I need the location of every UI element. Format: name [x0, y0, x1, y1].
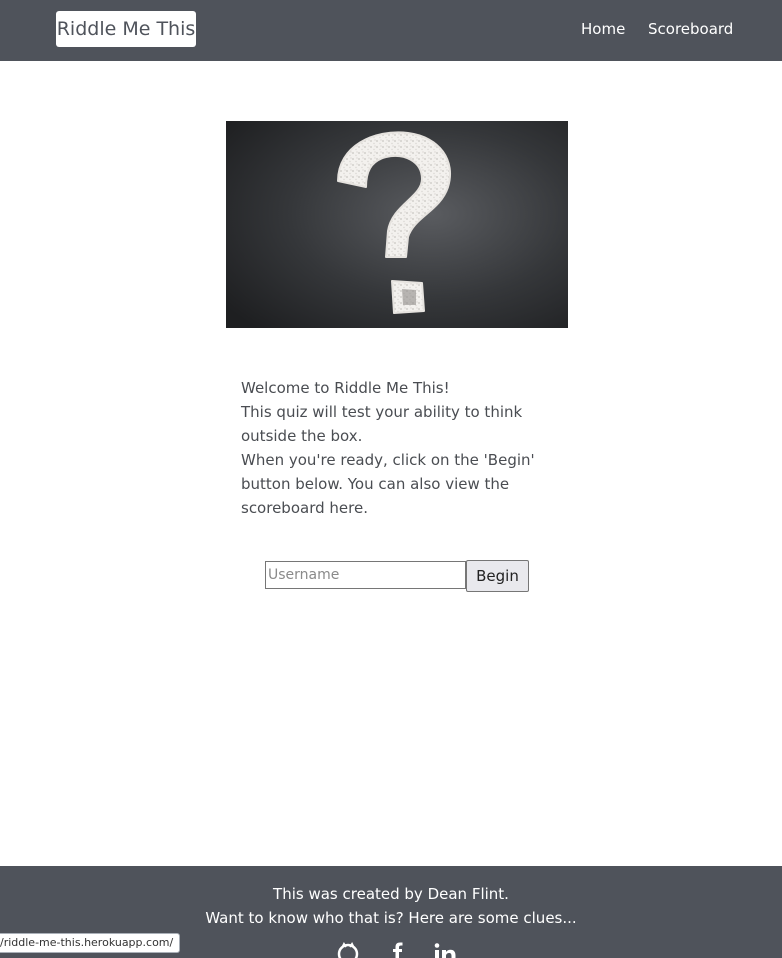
chalkboard-question-mark-illustration [226, 121, 568, 328]
intro-instructions: When you're ready, click on the 'Begin' … [241, 451, 535, 517]
navbar: Riddle Me This Home Scoreboard [0, 0, 782, 61]
intro-welcome: Welcome to Riddle Me This! [241, 379, 450, 397]
username-input[interactable] [265, 561, 466, 589]
begin-button[interactable]: Begin [466, 560, 529, 592]
nav-scoreboard-link[interactable]: Scoreboard [648, 19, 733, 39]
nav-home-link[interactable]: Home [581, 19, 625, 39]
intro-text: Welcome to Riddle Me This! This quiz wil… [241, 376, 541, 520]
brand-logo-link[interactable]: Riddle Me This [56, 11, 196, 47]
facebook-icon[interactable] [386, 942, 410, 958]
status-bar-url: /riddle-me-this.herokuapp.com/ [0, 933, 181, 953]
question-mark-hero-image [226, 121, 568, 328]
footer-clues: Want to know who that is? Here are some … [205, 909, 577, 927]
intro-description: This quiz will test your ability to thin… [241, 403, 523, 445]
footer-credit: This was created by Dean Flint. [273, 885, 509, 903]
linkedin-icon[interactable] [434, 942, 458, 958]
github-icon[interactable] [336, 942, 360, 958]
